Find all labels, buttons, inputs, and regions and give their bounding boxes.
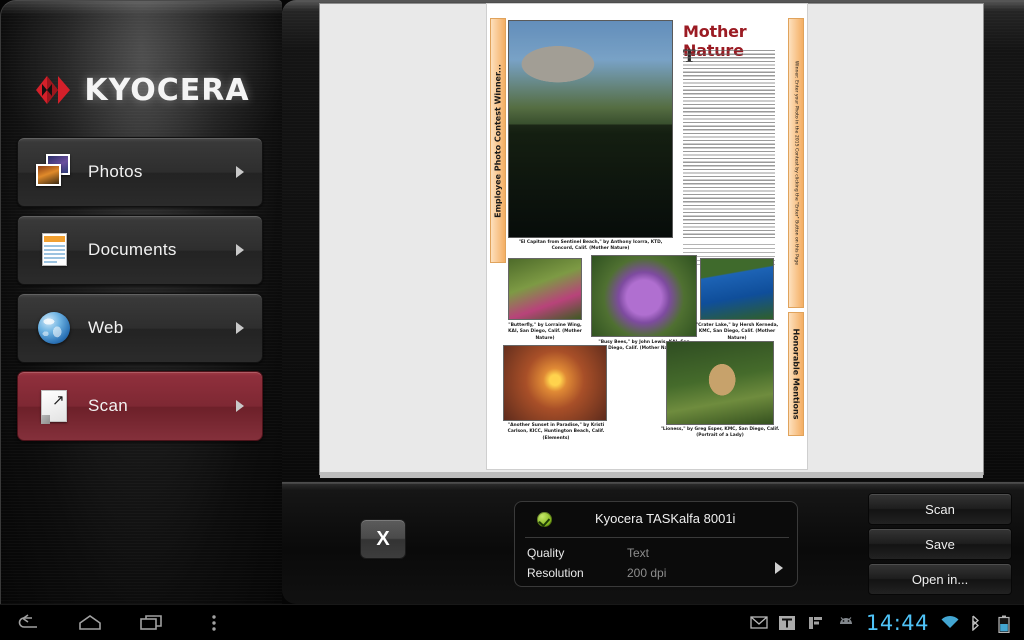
scan-preview-panel: Employee Photo Contest Winner... Winner:… (282, 0, 1024, 482)
mail-icon[interactable] (750, 615, 768, 631)
doc-caption: "Lioness," by Greg Esper, KMC, San Diego… (660, 427, 780, 439)
doc-body-text (683, 50, 775, 238)
sidebar-item-label: Documents (88, 240, 177, 259)
doc-right-banner-bottom: Honorable Mentions (788, 312, 804, 436)
sidebar-item-label: Web (88, 318, 124, 337)
chevron-right-icon (236, 244, 244, 256)
overflow-menu-icon[interactable] (200, 612, 228, 634)
doc-caption: "Crater Lake," by Hersh Kerneda, KMC, Sa… (695, 323, 779, 341)
doc-thumb-lioness (666, 341, 774, 425)
sidebar-item-label: Photos (88, 162, 143, 181)
doc-caption: "Another Sunset in Paradise," by Kristi … (507, 423, 605, 441)
doc-caption: "El Capitan from Sentinel Beach," by Ant… (518, 240, 663, 252)
wifi-icon[interactable] (940, 615, 959, 631)
brand-logo: KYOCERA (1, 59, 282, 121)
documents-icon (34, 230, 74, 270)
preview-canvas[interactable]: Employee Photo Contest Winner... Winner:… (320, 4, 983, 474)
brand-name: KYOCERA (84, 72, 250, 108)
chart-icon[interactable] (808, 615, 826, 631)
home-icon[interactable] (76, 612, 104, 634)
android-icon[interactable] (837, 615, 855, 631)
doc-thumb-sunset (503, 345, 607, 421)
chevron-right-icon (236, 322, 244, 334)
android-system-bar: 14:44 (0, 604, 1024, 640)
divider (525, 537, 789, 538)
sidebar-menu: Photos Documents Web ↗ Scan (17, 137, 263, 449)
doc-thumb-butterfly (508, 258, 582, 320)
chevron-right-icon[interactable] (775, 562, 783, 574)
recents-icon[interactable] (138, 612, 166, 634)
printer-settings-card[interactable]: Kyocera TASKalfa 8001i Quality Text Reso… (514, 501, 798, 587)
doc-right-banner-top: Winner: Enter your Photo in the 2015 Con… (788, 18, 804, 308)
clock: 14:44 (865, 611, 929, 635)
close-button[interactable]: X (360, 519, 406, 559)
check-circle-icon (537, 512, 552, 527)
action-buttons: Scan Save Open in... (868, 493, 1012, 598)
doc-caption: "Butterfly," by Lorraine Wing, KAI, San … (508, 323, 582, 341)
preview-horizontal-scrollbar[interactable] (320, 472, 983, 478)
quality-value: Text (627, 546, 650, 560)
chevron-right-icon (236, 400, 244, 412)
sidebar-item-documents[interactable]: Documents (17, 215, 263, 285)
back-icon[interactable] (14, 612, 42, 634)
text-app-icon[interactable] (778, 615, 797, 631)
app-root: KYOCERA Photos Documents Web ↗ Scan Empl… (0, 0, 1024, 640)
web-icon (34, 308, 74, 348)
sidebar: KYOCERA Photos Documents Web ↗ Scan (0, 0, 282, 604)
sidebar-item-photos[interactable]: Photos (17, 137, 263, 207)
sidebar-item-label: Scan (88, 396, 128, 415)
kyocera-logo-icon (34, 72, 74, 108)
bluetooth-icon[interactable] (969, 615, 987, 632)
open-in-button[interactable]: Open in... (868, 563, 1012, 595)
scanned-document-page[interactable]: Employee Photo Contest Winner... Winner:… (487, 4, 807, 469)
photos-icon (34, 152, 74, 192)
scan-toolbar: X Kyocera TASKalfa 8001i Quality Text Re… (282, 482, 1024, 604)
doc-thumb-crater-lake (700, 258, 774, 320)
sidebar-item-web[interactable]: Web (17, 293, 263, 363)
save-button[interactable]: Save (868, 528, 1012, 560)
quality-label: Quality (527, 546, 565, 560)
doc-thumb-bees (591, 255, 697, 337)
scan-button[interactable]: Scan (868, 493, 1012, 525)
chevron-right-icon (236, 166, 244, 178)
printer-name: Kyocera TASKalfa 8001i (595, 511, 736, 526)
scan-icon: ↗ (34, 386, 74, 426)
doc-left-banner: Employee Photo Contest Winner... (490, 18, 506, 263)
battery-icon[interactable] (998, 615, 1016, 634)
navigation-buttons (14, 605, 228, 640)
resolution-label: Resolution (527, 566, 584, 580)
sidebar-item-scan[interactable]: ↗ Scan (17, 371, 263, 441)
resolution-value: 200 dpi (627, 566, 667, 580)
status-icons: 14:44 (750, 605, 1016, 640)
doc-hero-photo (508, 20, 673, 238)
